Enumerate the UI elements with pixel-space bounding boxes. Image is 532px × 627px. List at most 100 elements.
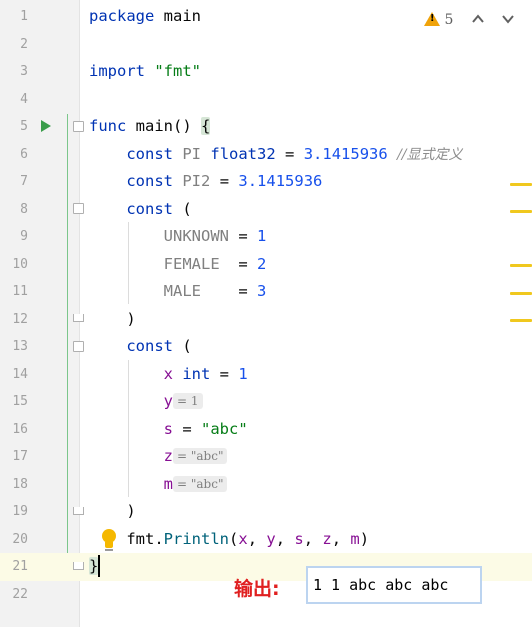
keyword: const (126, 144, 173, 163)
keyword: const (126, 172, 173, 190)
warning-stripe-marker[interactable] (510, 183, 532, 186)
line-number: 5 (20, 119, 28, 134)
identifier: UNKNOWN (163, 227, 229, 245)
fold-end-icon[interactable] (73, 562, 84, 570)
package-ref: fmt (126, 529, 155, 548)
code-line-20[interactable]: 20 fmt.Println(x, y, s, z, m) (0, 526, 532, 554)
code-line-18[interactable]: 18 m = "abc" (0, 471, 532, 499)
lightbulb-icon[interactable] (102, 529, 116, 553)
line-number: 4 (20, 91, 28, 107)
keyword: const (126, 199, 173, 218)
line-number: 16 (12, 421, 28, 437)
number-literal: 3.1415936 (238, 172, 323, 190)
code-line-10[interactable]: 10 FEMALE = 2 (0, 251, 532, 279)
line-number: 9 (20, 229, 28, 244)
string-literal: "abc" (201, 419, 248, 438)
number-literal: 3 (256, 282, 267, 300)
line-number: 2 (20, 36, 28, 52)
argument: s (294, 529, 304, 548)
identifier: FEMALE (163, 254, 229, 273)
keyword: func (89, 117, 127, 135)
number-literal: 3.1415936 (303, 144, 388, 163)
fold-marker-icon[interactable] (73, 341, 84, 352)
comment: //显式定义 (397, 146, 463, 163)
argument: z (322, 529, 332, 548)
inlay-hint: = "abc" (173, 448, 228, 464)
number-literal: 1 (256, 227, 267, 245)
run-icon[interactable] (41, 120, 51, 132)
warnings-indicator[interactable]: 5 (424, 12, 453, 28)
line-number: 20 (12, 531, 28, 547)
type-name: int (182, 364, 211, 383)
code-line-11[interactable]: 11 MALE = 3 (0, 278, 532, 306)
keyword: package (89, 7, 155, 25)
brace-open: { (201, 117, 211, 135)
output-value-box: 1 1 abc abc abc (306, 566, 482, 604)
code-line-17[interactable]: 17 z = "abc" (0, 443, 532, 471)
keyword: const (126, 337, 173, 355)
line-number: 8 (20, 201, 28, 217)
line-number: 14 (12, 366, 28, 382)
chevron-down-icon[interactable] (500, 12, 516, 28)
code-line-3[interactable]: 3 import "fmt" (0, 58, 532, 86)
string-literal: "fmt" (154, 62, 202, 80)
function-name: main (135, 117, 173, 135)
identifier: main (163, 7, 201, 25)
warning-stripe-marker[interactable] (510, 264, 532, 267)
output-label: 输出: (234, 578, 280, 600)
keyword: import (89, 62, 145, 80)
code-line-2[interactable]: 2 (0, 31, 532, 59)
identifier: PI (182, 144, 202, 163)
operator: = (219, 172, 230, 190)
brace-close: } (89, 557, 99, 575)
warning-triangle-icon (424, 12, 440, 26)
line-number: 19 (12, 504, 28, 519)
identifier: m (163, 474, 173, 493)
line-number: 21 (12, 559, 28, 574)
argument: y (266, 529, 276, 548)
line-number: 15 (12, 394, 28, 409)
identifier: z (163, 447, 173, 465)
line-number: 17 (12, 449, 28, 464)
code-line-7[interactable]: 7 const PI2 = 3.1415936 (0, 168, 532, 196)
type-name: float32 (210, 144, 276, 163)
identifier: MALE (163, 282, 229, 300)
code-line-9[interactable]: 9 UNKNOWN = 1 (0, 223, 532, 251)
line-number: 12 (12, 311, 28, 327)
line-number: 6 (20, 146, 28, 162)
inlay-hint: = "abc" (173, 475, 228, 492)
identifier: y (163, 392, 173, 410)
line-number: 7 (20, 174, 28, 189)
code-line-16[interactable]: 16 s = "abc" (0, 416, 532, 444)
fold-marker-icon[interactable] (73, 203, 84, 214)
identifier: x (163, 364, 173, 383)
warning-stripe-marker[interactable] (510, 292, 532, 295)
identifier: s (163, 419, 173, 438)
warning-stripe-marker[interactable] (510, 319, 532, 322)
fold-end-icon[interactable] (73, 314, 84, 322)
chevron-up-icon[interactable] (470, 12, 486, 28)
operator: = (285, 144, 295, 163)
warning-count: 5 (444, 12, 454, 28)
argument: m (350, 529, 360, 548)
text-caret (98, 555, 100, 577)
line-number: 11 (12, 284, 28, 299)
argument: x (238, 529, 248, 548)
number-literal: 1 (238, 364, 248, 383)
fold-end-icon[interactable] (73, 507, 84, 515)
code-line-15[interactable]: 15 y = 1 (0, 388, 532, 416)
line-number: 1 (20, 9, 28, 24)
line-number: 22 (12, 586, 28, 602)
code-line-14[interactable]: 14 x int = 1 (0, 361, 532, 389)
fold-marker-icon[interactable] (73, 121, 84, 132)
identifier: PI2 (182, 172, 211, 190)
number-literal: 2 (256, 254, 267, 273)
line-number: 10 (12, 256, 28, 272)
line-number: 18 (12, 476, 28, 492)
function-call: Println (163, 529, 229, 548)
code-line-4[interactable]: 4 (0, 86, 532, 114)
line-number: 3 (20, 64, 28, 79)
code-line-6[interactable]: 6 const PI float32 = 3.1415936 //显式定义 (0, 141, 532, 169)
warning-stripe-marker[interactable] (510, 210, 532, 213)
inlay-hint: = 1 (173, 393, 203, 409)
